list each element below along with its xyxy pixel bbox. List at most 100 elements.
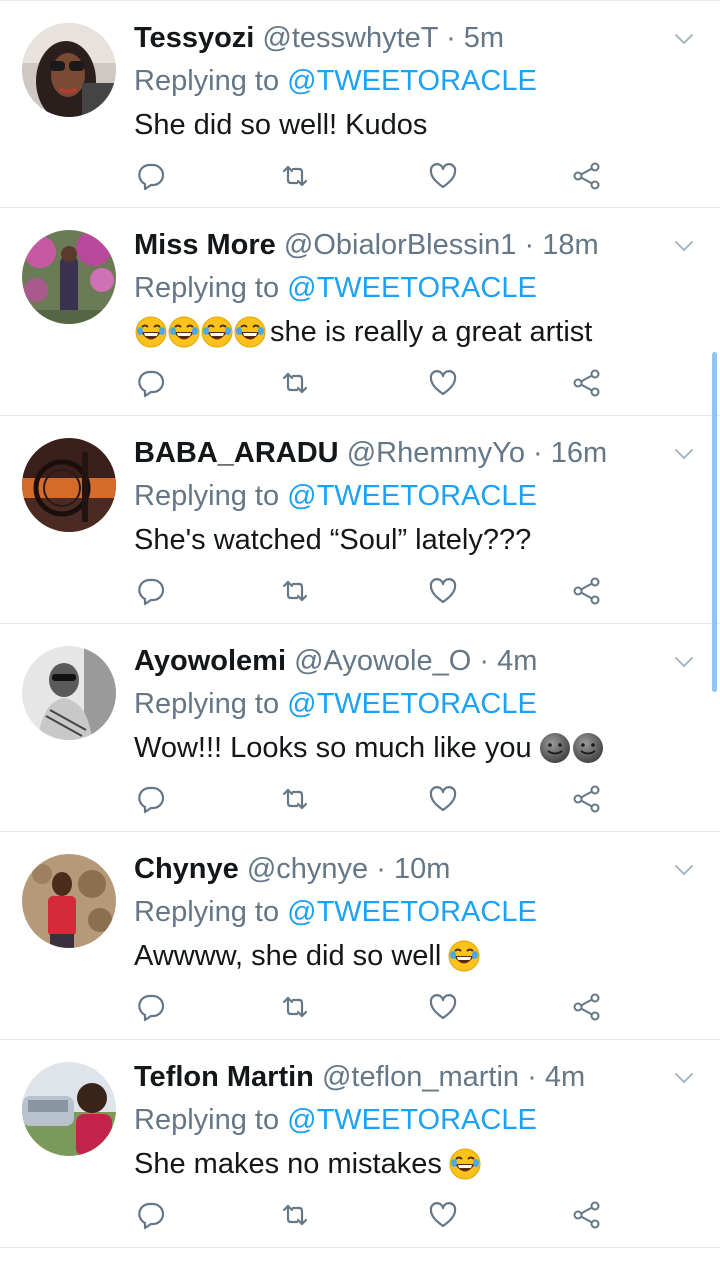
emoji-group	[447, 939, 480, 973]
retweet-icon[interactable]	[280, 992, 310, 1022]
author-handle[interactable]: @teflon_martin	[322, 1061, 519, 1093]
tweet-body: she is really a great artist	[270, 316, 593, 348]
author-name[interactable]: Teflon Martin	[134, 1061, 314, 1093]
emoji-group	[448, 1147, 481, 1181]
laugh-cry-emoji	[233, 315, 267, 349]
author-handle[interactable]: @RhemmyYo	[347, 437, 525, 469]
replying-to-label: Replying to	[134, 1104, 280, 1136]
tweet-body: She makes no mistakes	[134, 1148, 442, 1180]
replying-to-label: Replying to	[134, 272, 280, 304]
separator-dot: ·	[527, 1061, 537, 1093]
mention-link[interactable]: @TWEETORACLE	[287, 896, 537, 928]
tweet-text: She makes no mistakes	[134, 1145, 481, 1183]
heart-icon[interactable]	[428, 992, 458, 1022]
heart-icon[interactable]	[428, 161, 458, 191]
tweet-text: She's watched “Soul” lately???	[134, 521, 531, 559]
reply-icon[interactable]	[136, 161, 166, 191]
chevron-down-icon[interactable]	[672, 650, 696, 674]
avatar[interactable]	[22, 23, 116, 117]
tweet-body: Awwww, she did so well	[134, 940, 442, 972]
tweet-header: Chynye @chynye · 10m	[134, 850, 660, 888]
scrollbar[interactable]	[712, 352, 717, 692]
avatar[interactable]	[22, 230, 116, 324]
timestamp[interactable]: 16m	[551, 437, 607, 469]
reply-icon[interactable]	[136, 1200, 166, 1230]
avatar[interactable]	[22, 646, 116, 740]
mention-link[interactable]: @TWEETORACLE	[287, 1104, 537, 1136]
tweet-reply[interactable]: Tessyozi @tesswhyteT · 5m Replying to @TW…	[0, 0, 720, 208]
retweet-icon[interactable]	[280, 576, 310, 606]
timestamp[interactable]: 5m	[464, 22, 504, 54]
reply-icon[interactable]	[136, 992, 166, 1022]
timestamp[interactable]: 4m	[545, 1061, 585, 1093]
replying-to-label: Replying to	[134, 65, 280, 97]
avatar[interactable]	[22, 438, 116, 532]
tweet-text: Awwww, she did so well	[134, 937, 480, 975]
share-icon[interactable]	[572, 161, 602, 191]
author-name[interactable]: Ayowolemi	[134, 645, 286, 677]
retweet-icon[interactable]	[280, 1200, 310, 1230]
timestamp[interactable]: 10m	[394, 853, 450, 885]
separator-dot: ·	[524, 229, 535, 261]
author-handle[interactable]: @Ayowole_O	[294, 645, 471, 677]
share-icon[interactable]	[572, 368, 602, 398]
emoji-group	[538, 731, 604, 765]
tweet-header: Teflon Martin @teflon_martin · 4m	[134, 1058, 660, 1096]
retweet-icon[interactable]	[280, 368, 310, 398]
share-icon[interactable]	[572, 1200, 602, 1230]
author-name[interactable]: Miss More	[134, 229, 276, 261]
retweet-icon[interactable]	[280, 161, 310, 191]
laugh-cry-emoji	[167, 315, 201, 349]
separator-dot: ·	[376, 853, 386, 885]
tweet-actions	[0, 772, 720, 828]
share-icon[interactable]	[572, 992, 602, 1022]
reply-icon[interactable]	[136, 784, 166, 814]
author-name[interactable]: Chynye	[134, 853, 239, 885]
share-icon[interactable]	[572, 576, 602, 606]
tweet-actions	[0, 564, 720, 620]
author-handle[interactable]: @tesswhyteT	[262, 22, 438, 54]
avatar[interactable]	[22, 1062, 116, 1156]
replies-feed: Tessyozi @tesswhyteT · 5m Replying to @TW…	[0, 0, 720, 1248]
grey-smile-emoji	[538, 731, 572, 765]
replying-to: Replying to @TWEETORACLE	[134, 62, 537, 100]
tweet-reply[interactable]: BABA_ARADU @RhemmyYo · 16m Replying to @T…	[0, 416, 720, 624]
author-name[interactable]: BABA_ARADU	[134, 437, 339, 469]
retweet-icon[interactable]	[280, 784, 310, 814]
tweet-reply[interactable]: Miss More @ObialorBlessin1 · 18m Replying…	[0, 208, 720, 416]
heart-icon[interactable]	[428, 368, 458, 398]
tweet-body: She did so well! Kudos	[134, 109, 428, 141]
chevron-down-icon[interactable]	[672, 234, 696, 258]
author-handle[interactable]: @chynye	[247, 853, 368, 885]
timestamp[interactable]: 4m	[497, 645, 537, 677]
heart-icon[interactable]	[428, 1200, 458, 1230]
tweet-text: Wow!!! Looks so much like you	[134, 729, 604, 767]
mention-link[interactable]: @TWEETORACLE	[287, 65, 537, 97]
chevron-down-icon[interactable]	[672, 1066, 696, 1090]
chevron-down-icon[interactable]	[672, 858, 696, 882]
tweet-reply[interactable]: Chynye @chynye · 10m Replying to @TWEETOR…	[0, 832, 720, 1040]
chevron-down-icon[interactable]	[672, 442, 696, 466]
grey-smile-emoji	[571, 731, 605, 765]
avatar[interactable]	[22, 854, 116, 948]
mention-link[interactable]: @TWEETORACLE	[287, 688, 537, 720]
share-icon[interactable]	[572, 784, 602, 814]
tweet-header: Ayowolemi @Ayowole_O · 4m	[134, 642, 660, 680]
tweet-actions	[0, 149, 720, 205]
tweet-body: Wow!!! Looks so much like you	[134, 732, 532, 764]
tweet-header: Tessyozi @tesswhyteT · 5m	[134, 19, 660, 57]
mention-link[interactable]: @TWEETORACLE	[287, 272, 537, 304]
heart-icon[interactable]	[428, 576, 458, 606]
author-name[interactable]: Tessyozi	[134, 22, 254, 54]
reply-icon[interactable]	[136, 576, 166, 606]
tweet-reply[interactable]: Teflon Martin @teflon_martin · 4m Replyin…	[0, 1040, 720, 1248]
laugh-cry-emoji	[134, 315, 168, 349]
tweet-reply[interactable]: Ayowolemi @Ayowole_O · 4m Replying to @TW…	[0, 624, 720, 832]
reply-icon[interactable]	[136, 368, 166, 398]
mention-link[interactable]: @TWEETORACLE	[287, 480, 537, 512]
chevron-down-icon[interactable]	[672, 27, 696, 51]
separator-dot: ·	[479, 645, 490, 677]
heart-icon[interactable]	[428, 784, 458, 814]
author-handle[interactable]: @ObialorBlessin1	[284, 229, 517, 261]
timestamp[interactable]: 18m	[542, 229, 598, 261]
